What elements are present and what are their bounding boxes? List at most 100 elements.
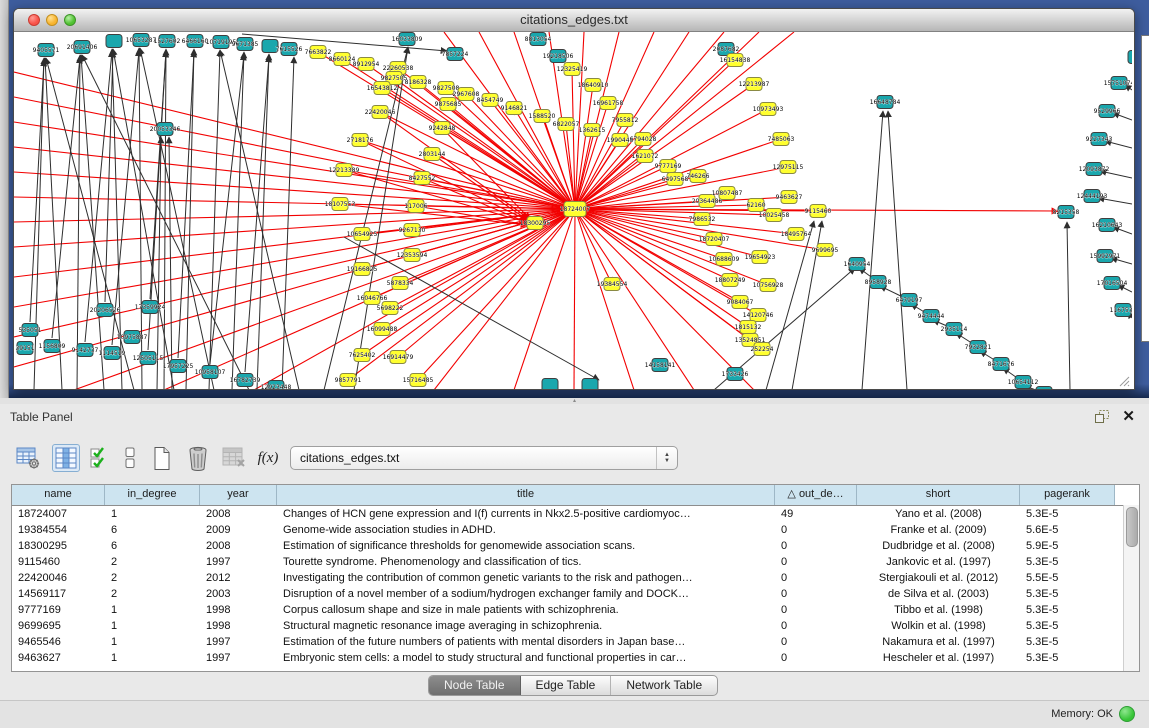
tab-edge-table[interactable]: Edge Table	[521, 676, 612, 695]
graph-node[interactable]	[1128, 51, 1132, 64]
graph-node[interactable]: 9463627	[776, 191, 803, 204]
network-canvas[interactable]: 9405571206914061065328715276026466160107…	[14, 32, 1132, 389]
graph-node[interactable]: 7615526	[276, 43, 303, 56]
table-settings-icon[interactable]	[14, 444, 42, 472]
select-columns-check-icon[interactable]	[86, 444, 114, 472]
graph-node[interactable]: 6822057	[553, 118, 580, 131]
graph-node[interactable]: 8813054	[525, 33, 552, 46]
graph-node[interactable]: 7955812	[612, 114, 639, 127]
table-row[interactable]: 946362711997Embryonic stem cells: a mode…	[12, 650, 1139, 666]
graph-node[interactable]: 16648784	[870, 96, 901, 109]
graph-node[interactable]: 16914479	[383, 351, 414, 364]
column-header-short[interactable]: short	[857, 485, 1020, 505]
graph-node[interactable]: 1640954	[844, 258, 871, 271]
graph-node[interactable]: 9405571	[33, 44, 60, 57]
graph-node[interactable]: 1527602	[154, 35, 181, 48]
graph-node[interactable]: 16961758	[593, 97, 624, 110]
graph-node[interactable]: 7485063	[768, 133, 795, 146]
table-row[interactable]: 1872400712008Changes of HCN gene express…	[12, 506, 1139, 522]
table-row[interactable]: 1456911722003Disruption of a novel membe…	[12, 586, 1139, 602]
graph-node[interactable]: 20053346	[150, 123, 181, 136]
graph-node[interactable]	[582, 379, 598, 390]
table-row[interactable]: 946554611997Estimation of the future num…	[12, 634, 1139, 650]
graph-node[interactable]: 9142737	[72, 344, 99, 357]
graph-node[interactable]: 20691406	[67, 41, 98, 54]
graph-node[interactable]	[542, 379, 558, 390]
table-row[interactable]: 911546021997Tourette syndrome. Phenomeno…	[12, 554, 1139, 570]
graph-node[interactable]: 8215358	[1053, 206, 1080, 219]
graph-node[interactable]: 10958107	[195, 366, 226, 379]
new-table-icon[interactable]	[148, 444, 176, 472]
column-header-in-degree[interactable]: in_degree	[105, 485, 200, 505]
graph-node[interactable]: 6466160	[182, 35, 209, 48]
table-row[interactable]: 1830029562008Estimation of significance …	[12, 538, 1139, 554]
graph-node[interactable]: 8958928	[865, 276, 892, 289]
graph-node[interactable]	[106, 35, 122, 48]
graph-node[interactable]: 19166825	[347, 263, 378, 276]
graph-node[interactable]: 1156809	[39, 340, 66, 353]
graph-node[interactable]: 9245612	[1031, 387, 1058, 390]
graph-node[interactable]: 8186328	[405, 76, 432, 89]
graph-node[interactable]: 7857224	[442, 48, 469, 61]
table-vertical-scrollbar[interactable]	[1123, 505, 1139, 671]
table-selector-dropdown[interactable]: citations_edges.txt ▲▼	[290, 446, 678, 470]
graph-node[interactable]: 9084067	[727, 296, 754, 309]
graph-node[interactable]: 7625402	[349, 349, 376, 362]
graph-node[interactable]: 18107553	[325, 198, 356, 211]
table-row[interactable]: 977716911998Corpus callosum shape and si…	[12, 602, 1139, 618]
graph-node[interactable]: 1733426	[722, 368, 749, 381]
window-resize-grip[interactable]	[1116, 373, 1130, 387]
graph-node[interactable]: 16782739	[230, 374, 261, 387]
graph-node[interactable]: 7986532	[689, 213, 716, 226]
graph-node[interactable]: 19654923	[745, 251, 776, 264]
delete-rows-trash-icon[interactable]	[184, 444, 212, 472]
graph-node[interactable]: 12975115	[773, 161, 804, 174]
graph-node[interactable]: 16210643	[1092, 219, 1123, 232]
graph-node[interactable]: 12213987	[739, 78, 770, 91]
graph-node[interactable]: 14120746	[743, 309, 774, 322]
show-columns-icon[interactable]	[52, 444, 80, 472]
graph-node[interactable]: 7663822	[305, 46, 332, 59]
graph-node[interactable]: 10653287	[126, 34, 157, 47]
memory-status-indicator[interactable]	[1119, 706, 1135, 722]
graph-node[interactable]: 19218506	[543, 50, 574, 63]
tab-network-table[interactable]: Network Table	[611, 676, 717, 695]
graph-node[interactable]: 252254	[751, 343, 774, 356]
graph-node[interactable]: 17359924	[135, 301, 166, 314]
graph-node[interactable]: 2935114	[941, 323, 968, 336]
graph-node[interactable]: 8660124	[329, 53, 356, 66]
graph-node[interactable]: 535051	[19, 324, 42, 337]
tab-node-table[interactable]: Node Table	[429, 676, 521, 695]
graph-node[interactable]: 15716485	[403, 374, 434, 387]
graph-node[interactable]: 16033809	[392, 33, 423, 46]
column-header-title[interactable]: title	[277, 485, 775, 505]
table-row[interactable]: 969969511998Structural magnetic resonanc…	[12, 618, 1139, 634]
column-header-name[interactable]: name	[12, 485, 105, 505]
graph-node[interactable]: 12093872	[1079, 163, 1110, 176]
graph-node[interactable]: 117006	[405, 200, 428, 213]
graph-node[interactable]: 7932821	[965, 341, 992, 354]
graph-node[interactable]: 8454749	[477, 94, 504, 107]
graph-node[interactable]: 6497568	[662, 173, 689, 186]
window-titlebar[interactable]: citations_edges.txt	[14, 9, 1134, 32]
graph-node[interactable]: 39151	[15, 342, 34, 355]
graph-node[interactable]: 9267130	[399, 224, 426, 237]
graph-node[interactable]: 17957225	[163, 360, 194, 373]
graph-node[interactable]: 10654925	[347, 228, 378, 241]
column-header-pagerank[interactable]: pagerank	[1020, 485, 1115, 505]
close-icon[interactable]: ✕	[1122, 407, 1135, 425]
graph-node[interactable]: 12505115	[133, 352, 164, 365]
graph-node[interactable]: 9146821	[501, 102, 528, 115]
graph-node[interactable]: 12353594	[397, 249, 428, 262]
graph-node[interactable]: 9474444	[918, 310, 945, 323]
graph-node[interactable]: 18495764	[781, 228, 812, 241]
scrollbar-thumb[interactable]	[1126, 507, 1138, 547]
graph-node[interactable]: 18720407	[699, 233, 730, 246]
graph-node[interactable]: 9227343	[1086, 133, 1113, 146]
split-view-icon[interactable]	[116, 444, 144, 472]
graph-node[interactable]: 12444193	[1077, 190, 1108, 203]
column-header-year[interactable]: year	[200, 485, 277, 505]
graph-node[interactable]: 9529966	[1094, 105, 1121, 118]
graph-node[interactable]: 1167533	[1110, 304, 1132, 317]
graph-node[interactable]: 2803144	[419, 148, 446, 161]
